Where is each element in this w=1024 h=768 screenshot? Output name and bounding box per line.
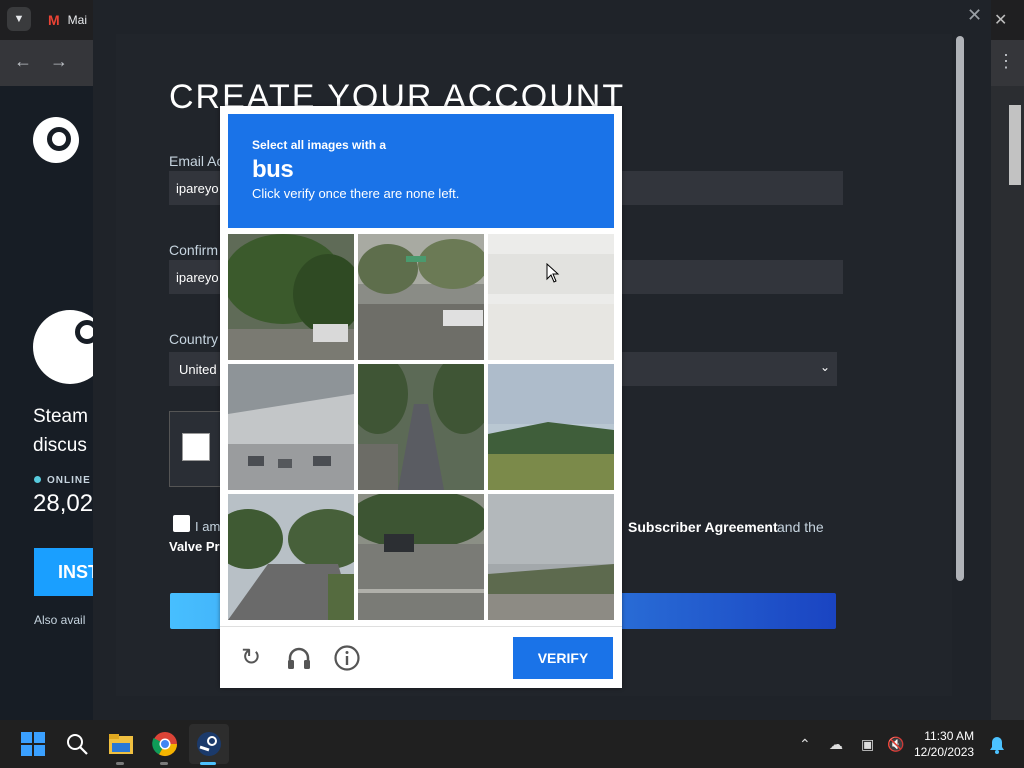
steam-icon [197, 732, 221, 756]
back-arrow-icon[interactable]: ← [14, 51, 32, 72]
tagline-line-1: Steam [33, 406, 88, 427]
refresh-icon[interactable]: ↻ [237, 644, 265, 672]
taskbar-indicator [160, 762, 168, 765]
info-icon[interactable] [333, 644, 361, 672]
dialog-close-icon[interactable]: ✕ [967, 5, 982, 26]
captcha-header: Select all images with a bus Click verif… [228, 114, 614, 228]
kebab-menu-icon[interactable]: ⋮ [997, 51, 1015, 72]
gmail-icon: M [48, 12, 60, 28]
captcha-tile-1[interactable] [223, 234, 363, 360]
agree-text: I am [195, 519, 221, 534]
notification-bell-icon[interactable] [989, 736, 1005, 754]
captcha-target: bus [252, 156, 294, 183]
browser-tab-gmail[interactable]: M Mai [38, 5, 100, 35]
chevron-down-icon: ▼ [13, 13, 25, 25]
volume-muted-icon[interactable]: 🔇 [887, 736, 904, 753]
subscriber-agreement-link[interactable]: Subscriber Agreement [628, 519, 778, 535]
network-icon[interactable]: ▣ [861, 736, 874, 753]
online-count: 28,02 [33, 490, 94, 517]
install-steam-button[interactable]: INST [34, 548, 99, 596]
agree-and-text: and the [777, 519, 824, 535]
chrome-icon[interactable] [152, 731, 178, 757]
captcha-challenge: Select all images with a bus Click verif… [213, 106, 622, 688]
windows-start-icon[interactable] [20, 731, 46, 757]
also-available-text: Also avail [34, 613, 86, 627]
steam-tagline: Steam discus [33, 402, 88, 460]
dialog-scrollbar[interactable] [956, 36, 964, 581]
privacy-policy-link[interactable]: Valve Pr [169, 539, 220, 554]
tab-search-button[interactable]: ▼ [7, 7, 31, 31]
forward-arrow-icon[interactable]: → [50, 51, 68, 72]
taskbar-active-indicator [200, 762, 216, 765]
captcha-footer-divider [220, 626, 622, 627]
agree-checkbox[interactable] [173, 515, 190, 532]
tab-title: Mai [67, 13, 88, 27]
recaptcha-checkbox[interactable] [182, 433, 210, 461]
captcha-tile-6[interactable] [488, 364, 614, 490]
mouse-cursor-icon [546, 263, 560, 283]
chevron-down-icon: ⌄ [820, 360, 831, 374]
file-explorer-icon[interactable] [108, 731, 134, 757]
captcha-instruction: Select all images with a [252, 138, 387, 152]
taskbar-indicator [116, 762, 124, 765]
verify-button[interactable]: VERIFY [513, 637, 613, 679]
captcha-tile-9[interactable] [488, 494, 614, 620]
online-status: ONLINE [34, 475, 91, 486]
tagline-line-2: discus [33, 435, 87, 456]
online-label: ONLINE [47, 475, 91, 486]
headphones-icon[interactable] [285, 644, 313, 672]
system-clock[interactable]: 11:30 AM 12/20/2023 [914, 728, 974, 760]
search-icon[interactable] [64, 731, 90, 757]
chevron-up-icon[interactable]: ⌃ [799, 736, 811, 753]
close-icon[interactable]: ✕ [994, 10, 1007, 30]
clock-time: 11:30 AM [924, 729, 975, 743]
captcha-tile-2[interactable] [358, 234, 488, 360]
confirm-email-label: Confirm [169, 242, 219, 258]
captcha-tile-4[interactable] [228, 364, 354, 490]
captcha-sub-instruction: Click verify once there are none left. [252, 186, 460, 201]
clock-date: 12/20/2023 [914, 745, 975, 759]
captcha-tile-7[interactable] [213, 494, 368, 620]
captcha-tile-8[interactable] [348, 489, 488, 620]
background-scrollbar[interactable] [1009, 105, 1021, 185]
country-label: Country [169, 331, 219, 347]
steam-logo-icon[interactable] [33, 117, 79, 163]
captcha-tile-3[interactable] [488, 234, 614, 360]
captcha-tile-5[interactable] [348, 354, 493, 490]
online-dot-icon [34, 476, 41, 483]
cloud-offline-icon[interactable]: ☁ [829, 736, 843, 753]
email-label: Email Ac [169, 153, 224, 169]
